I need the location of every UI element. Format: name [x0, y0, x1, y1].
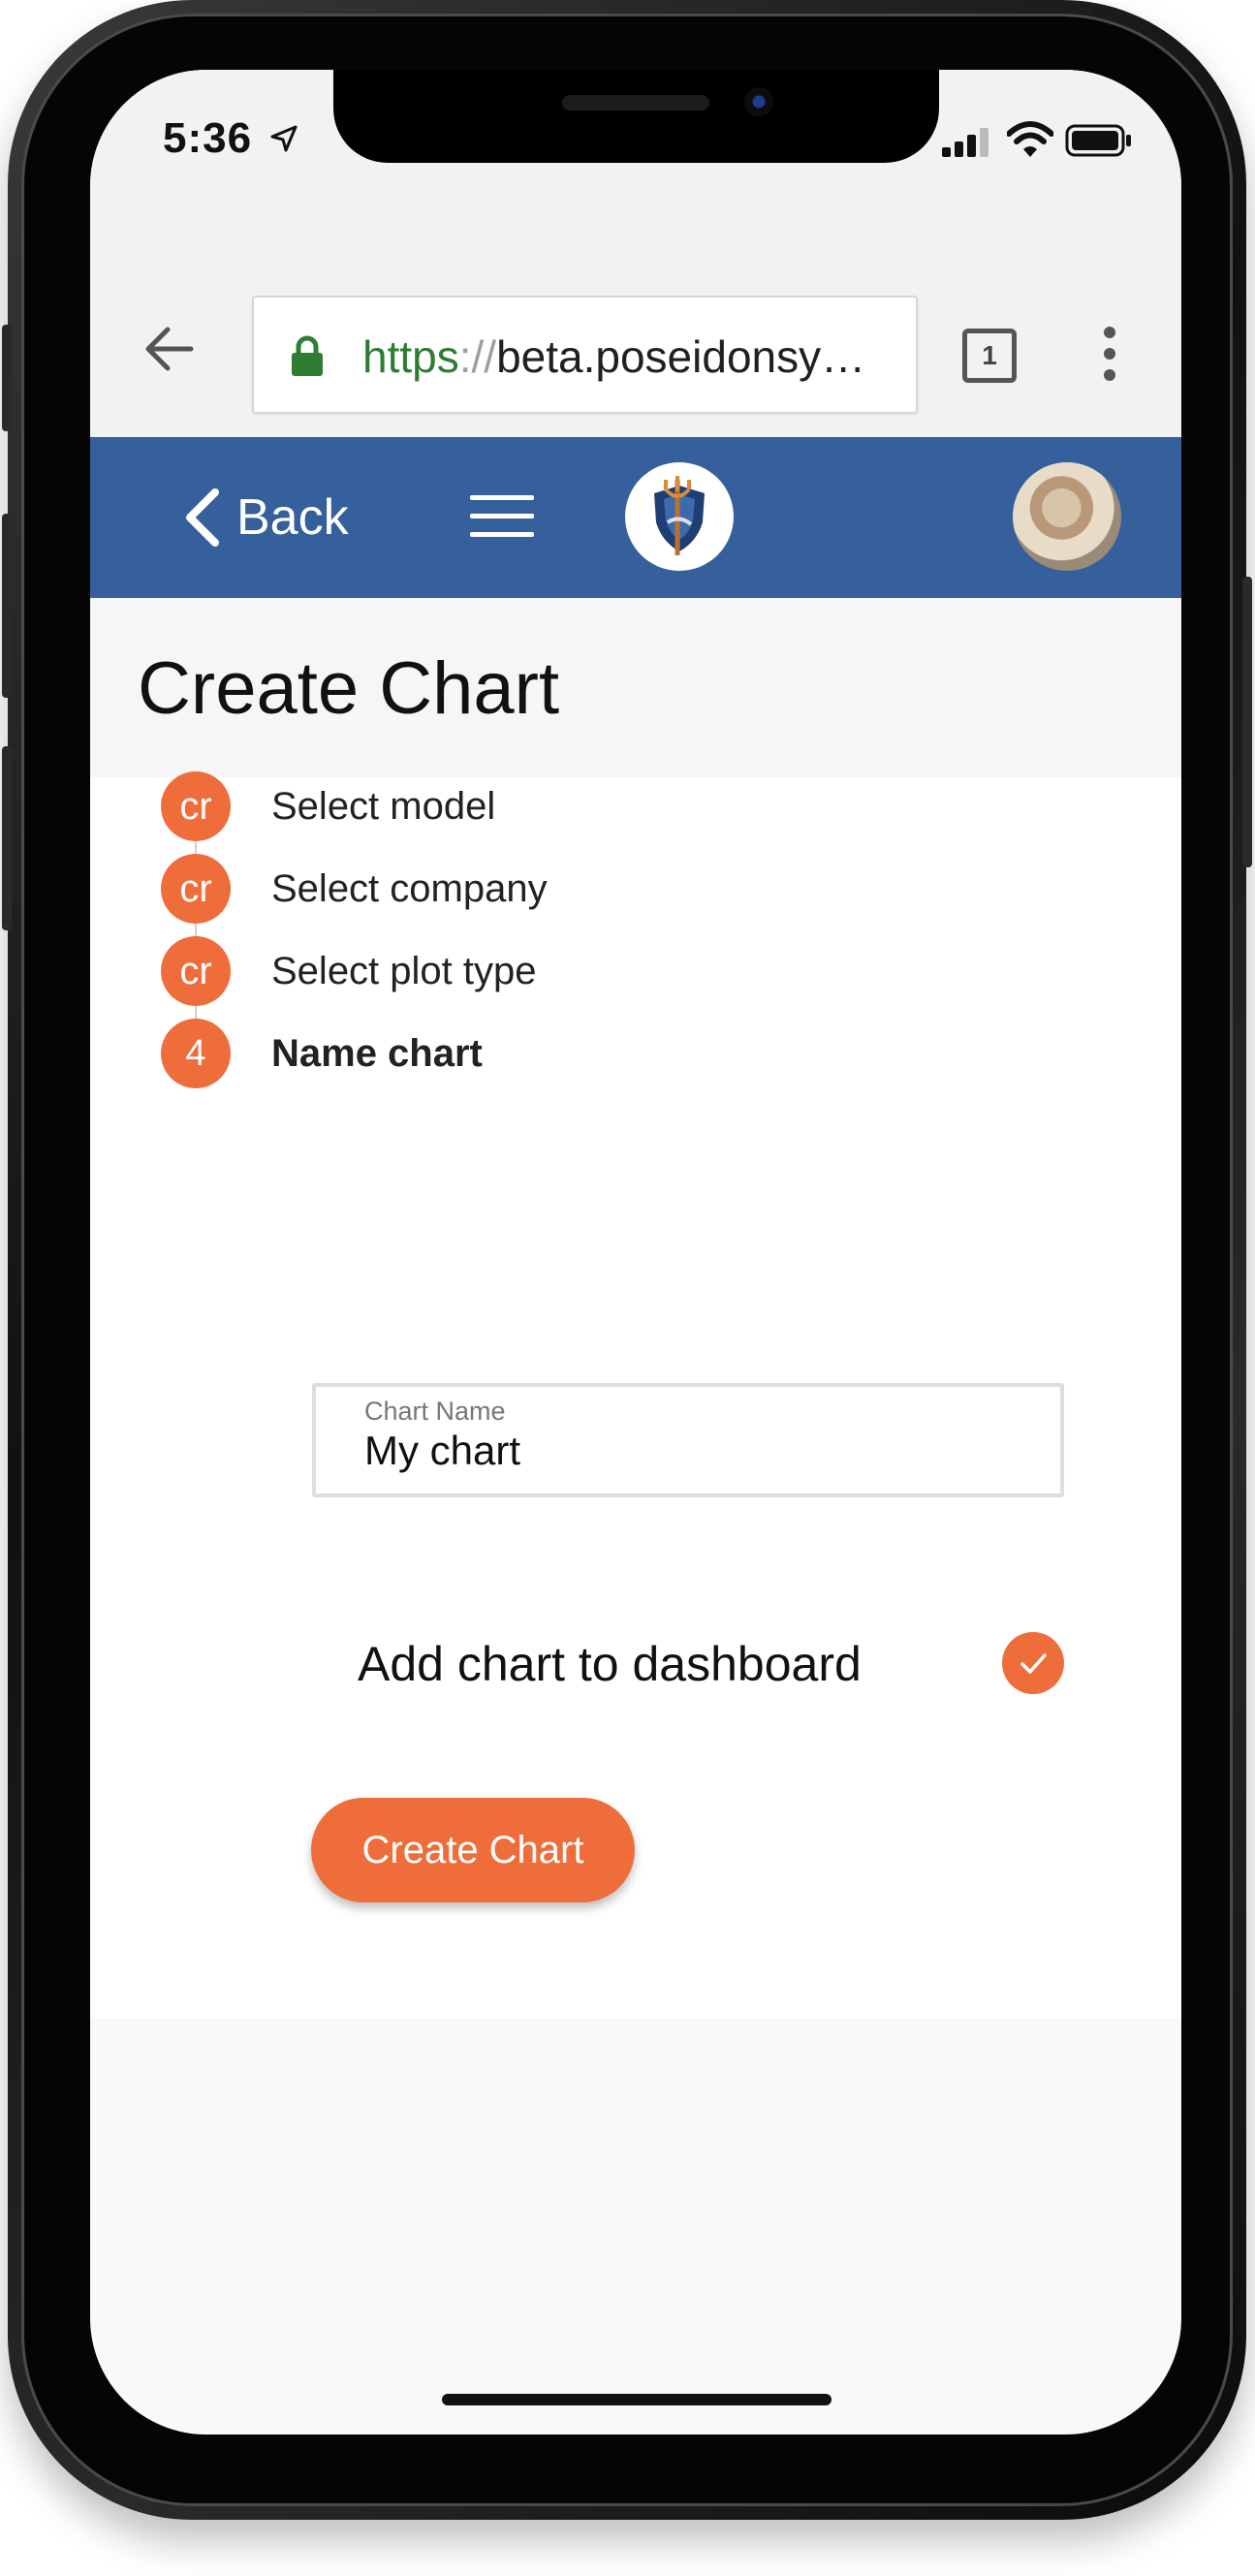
app-header: Back	[90, 437, 1181, 598]
step-label: Select plot type	[271, 949, 537, 992]
notch	[333, 70, 939, 163]
chevron-left-icon	[186, 488, 219, 547]
title-band: Create Chart	[90, 598, 1181, 777]
volume-down-button	[2, 746, 12, 930]
cellular-signal-icon	[942, 128, 988, 157]
home-indicator	[442, 2394, 831, 2405]
chart-name-field[interactable]: Chart Name	[312, 1383, 1064, 1497]
url-text: https://beta.poseidonsy…	[362, 330, 895, 383]
wifi-icon	[1007, 121, 1053, 157]
browser-back-arrow-icon[interactable]	[142, 322, 197, 376]
power-button	[1242, 577, 1252, 867]
location-arrow-icon	[270, 125, 298, 152]
step-label: Name chart	[271, 1031, 483, 1075]
checkmark-icon	[1020, 1653, 1047, 1674]
mute-switch	[2, 325, 12, 431]
step-select-company[interactable]: cr Select company	[161, 854, 548, 924]
stepper-card: cr Select model cr Select company cr Sel…	[90, 771, 1181, 2018]
step-badge: cr	[161, 936, 231, 1006]
step-badge: 4	[161, 1019, 231, 1088]
hamburger-menu-icon[interactable]	[470, 495, 534, 538]
url-separator: ://	[458, 331, 497, 382]
avatar[interactable]	[1013, 462, 1121, 571]
step-select-model[interactable]: cr Select model	[161, 771, 495, 841]
earpiece-speaker	[562, 95, 709, 110]
url-host: beta.poseidonsy…	[496, 331, 866, 382]
front-camera	[744, 87, 773, 116]
step-label: Select company	[271, 866, 548, 910]
trident-shield-icon	[654, 476, 705, 555]
step-label: Select model	[271, 784, 496, 828]
chart-name-input[interactable]	[364, 1428, 1023, 1474]
url-scheme: https	[362, 331, 459, 382]
battery-icon	[1065, 124, 1131, 157]
step-name-chart: 4 Name chart	[161, 1019, 483, 1088]
more-vert-icon[interactable]	[1098, 327, 1121, 385]
add-to-dashboard-checkbox[interactable]	[1002, 1632, 1064, 1694]
back-label: Back	[236, 489, 349, 546]
screen: 5:36 https://beta.poseidonsy… 1 Back Cre…	[90, 70, 1181, 2435]
step-badge: cr	[161, 771, 231, 841]
chart-name-label: Chart Name	[364, 1397, 506, 1426]
status-time: 5:36	[163, 114, 253, 162]
back-button[interactable]: Back	[182, 484, 349, 551]
page-title: Create Chart	[138, 647, 560, 730]
add-to-dashboard-row: Add chart to dashboard	[358, 1620, 1075, 1708]
phone-frame: 5:36 https://beta.poseidonsy… 1 Back Cre…	[2, 0, 1252, 2520]
address-bar[interactable]: https://beta.poseidonsy…	[252, 296, 918, 414]
volume-up-button	[2, 514, 12, 698]
app-logo[interactable]	[625, 462, 734, 571]
add-to-dashboard-label: Add chart to dashboard	[358, 1637, 862, 1691]
browser-toolbar: https://beta.poseidonsy… 1	[90, 220, 1181, 437]
step-badge: cr	[161, 854, 231, 924]
tab-switcher-button[interactable]: 1	[962, 329, 1017, 383]
lock-icon	[292, 335, 323, 376]
step-select-plot-type[interactable]: cr Select plot type	[161, 936, 537, 1006]
create-chart-button[interactable]: Create Chart	[311, 1798, 635, 1902]
